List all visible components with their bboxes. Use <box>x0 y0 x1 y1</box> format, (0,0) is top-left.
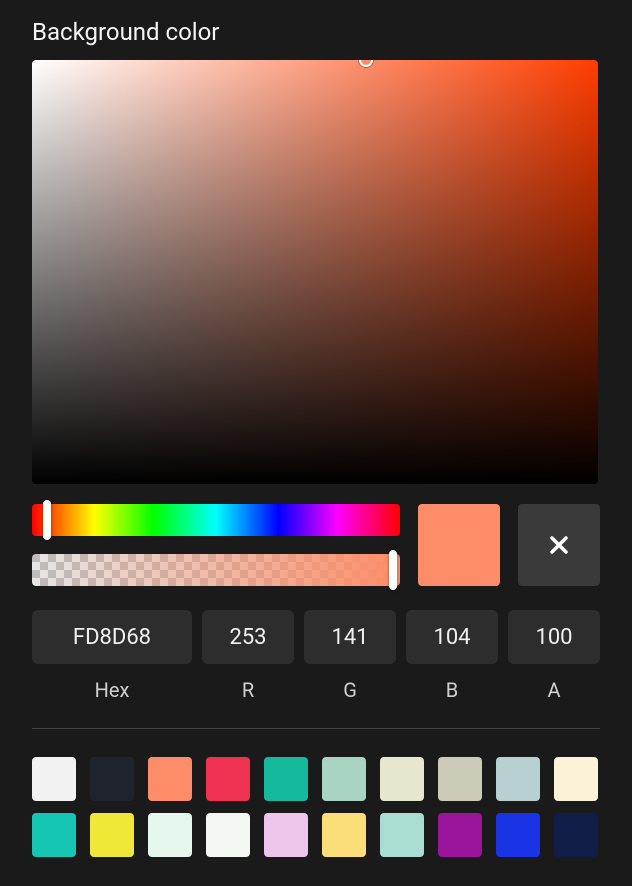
swatch-16[interactable] <box>380 813 424 857</box>
swatch-3[interactable] <box>206 757 250 801</box>
b-input[interactable]: 104 <box>406 610 498 664</box>
close-icon <box>547 533 571 557</box>
g-label: G <box>343 678 357 702</box>
swatch-14[interactable] <box>264 813 308 857</box>
swatch-grid <box>32 757 600 857</box>
r-input[interactable]: 253 <box>202 610 294 664</box>
swatch-1[interactable] <box>90 757 134 801</box>
swatch-15[interactable] <box>322 813 366 857</box>
g-input[interactable]: 141 <box>304 610 396 664</box>
r-label: R <box>242 678 254 702</box>
swatch-6[interactable] <box>380 757 424 801</box>
hex-input[interactable]: FD8D68 <box>32 610 192 664</box>
swatch-9[interactable] <box>554 757 598 801</box>
swatch-5[interactable] <box>322 757 366 801</box>
swatch-11[interactable] <box>90 813 134 857</box>
saturation-value-area[interactable] <box>32 60 598 484</box>
panel-title: Background color <box>32 18 600 46</box>
swatch-19[interactable] <box>554 813 598 857</box>
clear-button[interactable] <box>518 504 600 586</box>
hue-slider-thumb[interactable] <box>43 500 51 540</box>
swatch-0[interactable] <box>32 757 76 801</box>
alpha-slider[interactable] <box>32 554 400 586</box>
swatch-8[interactable] <box>496 757 540 801</box>
b-label: B <box>446 678 458 702</box>
a-input[interactable]: 100 <box>508 610 600 664</box>
saturation-value-cursor[interactable] <box>359 60 373 67</box>
a-label: A <box>547 678 560 702</box>
swatch-10[interactable] <box>32 813 76 857</box>
swatch-4[interactable] <box>264 757 308 801</box>
swatch-2[interactable] <box>148 757 192 801</box>
swatch-12[interactable] <box>148 813 192 857</box>
color-preview <box>418 504 500 586</box>
swatch-18[interactable] <box>496 813 540 857</box>
hex-label: Hex <box>95 678 130 702</box>
hue-slider[interactable] <box>32 504 400 536</box>
swatch-17[interactable] <box>438 813 482 857</box>
swatch-7[interactable] <box>438 757 482 801</box>
swatch-13[interactable] <box>206 813 250 857</box>
divider <box>32 728 600 729</box>
alpha-slider-thumb[interactable] <box>389 550 397 590</box>
